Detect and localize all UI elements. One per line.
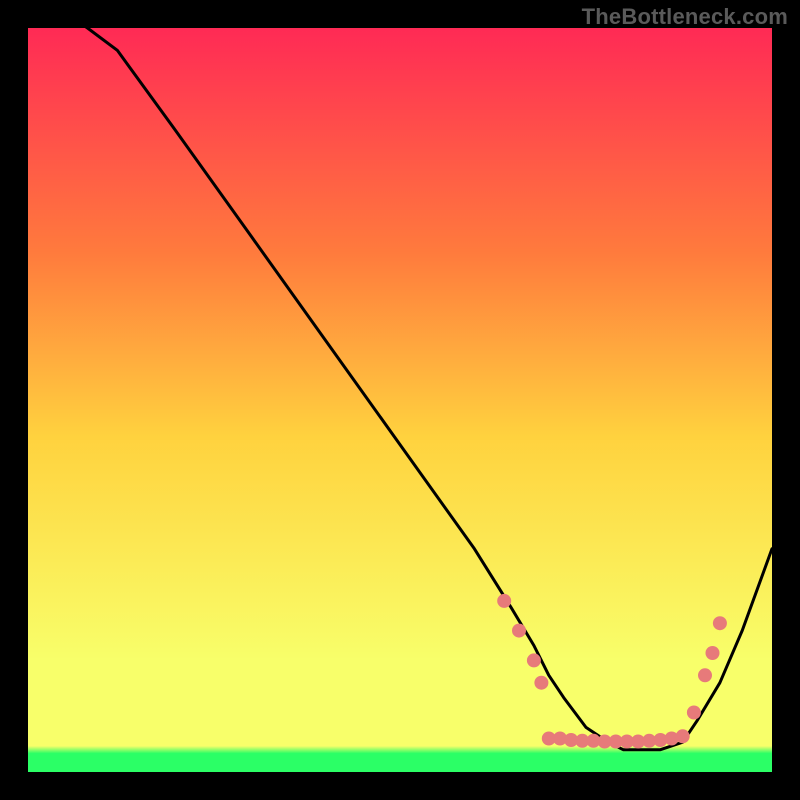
gradient-background [28, 28, 772, 772]
data-marker [534, 676, 548, 690]
data-marker [676, 729, 690, 743]
data-marker [713, 616, 727, 630]
data-marker [706, 646, 720, 660]
data-marker [527, 653, 541, 667]
data-marker [687, 706, 701, 720]
watermark-text: TheBottleneck.com [582, 4, 788, 30]
data-marker [497, 594, 511, 608]
chart-frame: TheBottleneck.com [0, 0, 800, 800]
data-marker [698, 668, 712, 682]
data-marker [512, 624, 526, 638]
chart-svg [0, 0, 800, 800]
